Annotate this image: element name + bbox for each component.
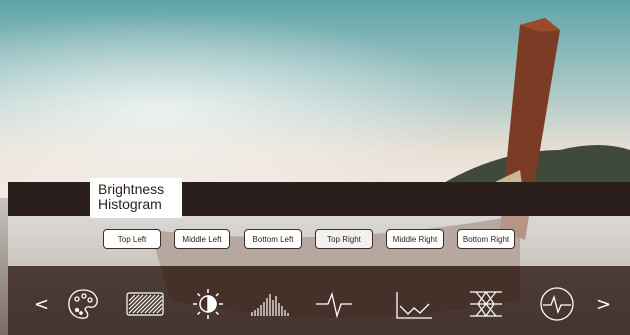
line-graph-icon[interactable] — [394, 284, 434, 324]
screen: Brightness Histogram Top Left Middle Lef… — [0, 0, 630, 335]
position-button-middle-left[interactable]: Middle Left — [174, 229, 230, 249]
panel-title-line2: Histogram — [98, 196, 162, 212]
waveform-icon[interactable] — [314, 284, 354, 324]
heartbeat-circle-icon[interactable] — [537, 284, 577, 324]
hatched-pattern-icon[interactable] — [125, 284, 165, 324]
vectorscope-icon[interactable] — [466, 284, 506, 324]
position-button-bottom-left[interactable]: Bottom Left — [244, 229, 302, 249]
palette-icon[interactable] — [63, 284, 103, 324]
position-button-top-right[interactable]: Top Right — [315, 229, 373, 249]
brightness-icon[interactable] — [188, 284, 228, 324]
histogram-icon[interactable] — [250, 284, 290, 324]
position-button-top-left[interactable]: Top Left — [103, 229, 161, 249]
previous-arrow-button[interactable]: < — [34, 294, 49, 315]
panel-title: Brightness Histogram — [98, 182, 164, 212]
position-button-middle-right[interactable]: Middle Right — [386, 229, 444, 249]
position-button-bottom-right[interactable]: Bottom Right — [457, 229, 515, 249]
panel-title-line1: Brightness — [98, 181, 165, 197]
next-arrow-button[interactable]: > — [596, 294, 611, 315]
